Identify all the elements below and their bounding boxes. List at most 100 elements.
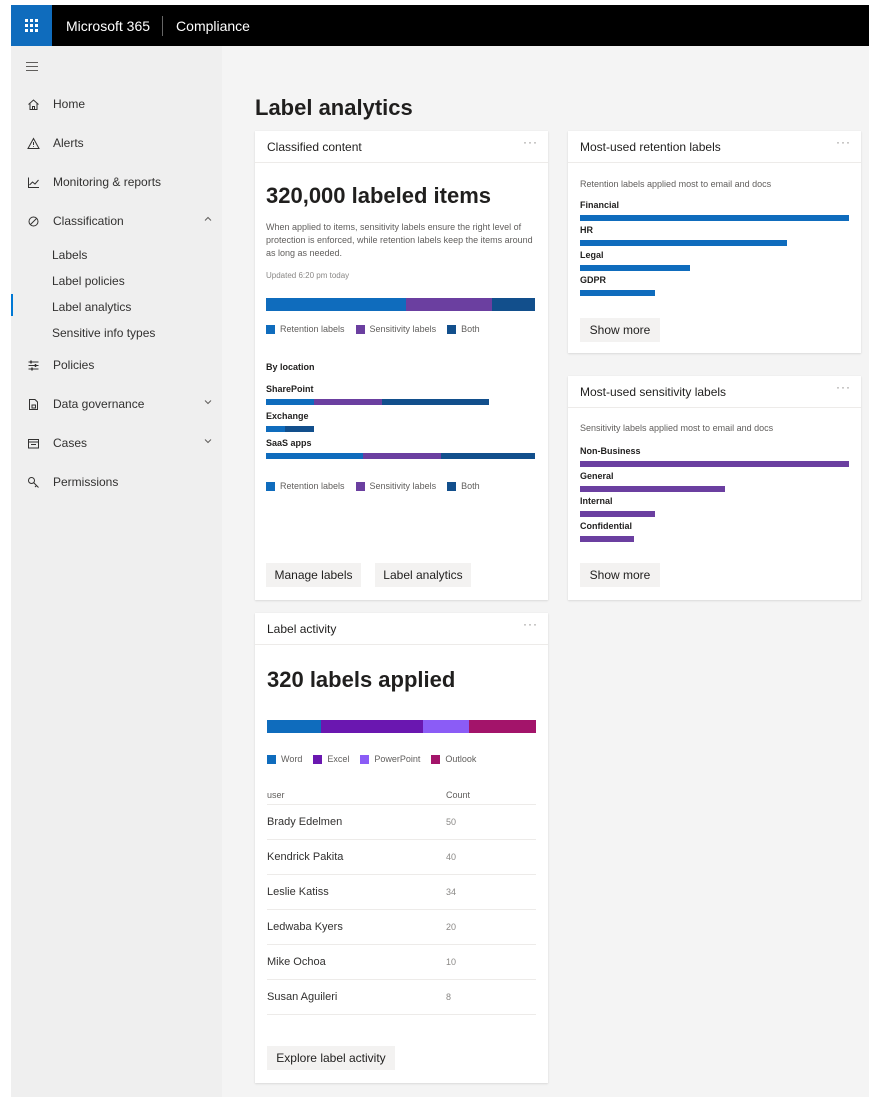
app-frame: Microsoft 365 Compliance Home Alerts Mon… <box>11 5 869 1097</box>
table-row[interactable]: Brady Edelmen 50 <box>267 804 536 839</box>
row-user: Leslie Katiss <box>267 886 329 898</box>
home-icon <box>25 96 41 112</box>
chevron-down-icon[interactable] <box>203 396 213 410</box>
sensitivity-label-name: General <box>580 471 614 481</box>
left-nav: Home Alerts Monitoring & reports Classif… <box>11 46 222 1097</box>
sensitivity-segment <box>362 453 441 459</box>
legend-swatch-word <box>267 754 276 764</box>
both-segment <box>440 453 535 459</box>
brand-name[interactable]: Microsoft 365 <box>66 15 164 36</box>
retention-labels-card: Most-used retention labels ··· Retention… <box>568 131 861 353</box>
sidebar-item-label-policies[interactable]: Label policies <box>52 274 125 288</box>
legend-swatch-powerpoint <box>360 754 370 764</box>
nav-item-data-governance[interactable]: Data governance <box>11 392 222 416</box>
more-options-icon[interactable]: ··· <box>523 617 538 631</box>
sidebar-item-sensitive-info-types[interactable]: Sensitive info types <box>52 326 155 340</box>
table-row[interactable]: Kendrick Pakita 40 <box>267 839 536 874</box>
card-header: Label activity ··· <box>255 613 548 645</box>
card-header: Classified content ··· <box>255 131 548 163</box>
legend-swatch-sensitivity <box>355 324 365 334</box>
lock-document-icon <box>25 396 41 412</box>
nav-item-policies[interactable]: Policies <box>11 353 222 377</box>
manage-labels-button[interactable]: Manage labels <box>266 563 361 587</box>
card-title: Most-used sensitivity labels <box>580 385 727 399</box>
hamburger-icon[interactable] <box>26 62 38 74</box>
sensitivity-label-name: Confidential <box>580 521 632 531</box>
retention-label-name: GDPR <box>580 275 607 285</box>
legend-swatch-retention <box>266 481 275 491</box>
retention-label-name: Financial <box>580 200 620 210</box>
word-segment <box>267 720 321 733</box>
nav-item-permissions[interactable]: Permissions <box>11 470 222 494</box>
explore-label-activity-button[interactable]: Explore label activity <box>267 1046 395 1070</box>
row-user: Mike Ochoa <box>267 956 326 968</box>
row-user: Brady Edelmen <box>267 816 343 828</box>
location-bar-exchange <box>266 426 315 432</box>
show-more-sensitivity-button[interactable]: Show more <box>580 563 660 587</box>
app-launcher-button[interactable] <box>11 5 52 46</box>
updated-timestamp: Updated 6:20 pm today <box>266 271 350 280</box>
legend-swatch-both <box>447 481 457 491</box>
chevron-up-icon[interactable] <box>203 213 213 227</box>
retention-label-name: Legal <box>580 250 604 260</box>
row-count: 10 <box>446 957 457 967</box>
more-options-icon[interactable]: ··· <box>836 380 851 394</box>
column-header-count[interactable]: Count <box>446 790 470 800</box>
more-options-icon[interactable]: ··· <box>523 135 538 149</box>
warning-icon <box>25 135 41 151</box>
nav-item-cases[interactable]: Cases <box>11 431 222 455</box>
legend-swatch-sensitivity <box>355 481 365 491</box>
location-saas-apps: SaaS apps <box>266 438 312 448</box>
waffle-icon <box>25 19 38 32</box>
label-analytics-button[interactable]: Label analytics <box>375 563 471 587</box>
row-user: Susan Aguileri <box>267 991 338 1003</box>
retention-bar-legal <box>580 265 691 271</box>
legend-label: Retention labels <box>280 481 345 491</box>
location-bar-saas <box>266 453 535 459</box>
card-header: Most-used sensitivity labels ··· <box>568 376 861 408</box>
sensitivity-bar-non-business <box>580 461 849 467</box>
table-row[interactable]: Ledwaba Kyers 20 <box>267 909 536 944</box>
legend-label: Sensitivity labels <box>369 324 437 334</box>
outlook-segment <box>468 720 536 733</box>
active-indicator <box>11 294 13 316</box>
sensitivity-segment <box>314 399 382 405</box>
page-title: Label analytics <box>255 95 413 120</box>
both-segment <box>381 399 490 405</box>
app-name[interactable]: Compliance <box>176 18 250 34</box>
legend-label: Both <box>461 324 480 334</box>
sidebar-item-label-analytics[interactable]: Label analytics <box>52 300 131 314</box>
retention-description: Retention labels applied most to email a… <box>580 179 772 189</box>
sensitivity-label-name: Non-Business <box>580 446 641 456</box>
sidebar-item-labels[interactable]: Labels <box>52 248 87 262</box>
nav-item-home[interactable]: Home <box>11 92 222 116</box>
table-row[interactable]: Mike Ochoa 10 <box>267 944 536 979</box>
retention-label-name: HR <box>580 225 593 235</box>
column-header-user[interactable]: user <box>267 790 285 800</box>
card-title: Most-used retention labels <box>580 140 721 154</box>
row-count: 50 <box>446 817 457 827</box>
nav-label: Monitoring & reports <box>53 175 162 189</box>
card-header: Most-used retention labels ··· <box>568 131 861 163</box>
table-row[interactable]: Leslie Katiss 34 <box>267 874 536 909</box>
retention-segment <box>266 453 363 459</box>
more-options-icon[interactable]: ··· <box>836 135 851 149</box>
legend-label: Retention labels <box>280 324 345 334</box>
legend-swatch-both <box>447 324 457 334</box>
nav-item-classification[interactable]: Classification <box>11 209 222 233</box>
row-count: 20 <box>446 922 457 932</box>
table-row[interactable]: Susan Aguileri 8 <box>267 979 536 1014</box>
row-user: Kendrick Pakita <box>267 851 344 863</box>
chevron-down-icon[interactable] <box>203 435 213 449</box>
label-activity-card: Label activity ··· 320 labels applied Wo… <box>255 613 548 1083</box>
legend-label: Outlook <box>445 754 477 764</box>
row-user: Ledwaba Kyers <box>267 921 343 933</box>
nav-item-alerts[interactable]: Alerts <box>11 131 222 155</box>
nav-item-monitoring[interactable]: Monitoring & reports <box>11 170 222 194</box>
activity-legend: Word Excel PowerPoint Outlook <box>267 754 487 764</box>
sensitivity-label-name: Internal <box>580 496 613 506</box>
labels-applied-headline: 320 labels applied <box>267 667 456 692</box>
sensitivity-labels-card: Most-used sensitivity labels ··· Sensiti… <box>568 376 861 600</box>
both-segment <box>284 426 315 432</box>
show-more-retention-button[interactable]: Show more <box>580 318 660 342</box>
